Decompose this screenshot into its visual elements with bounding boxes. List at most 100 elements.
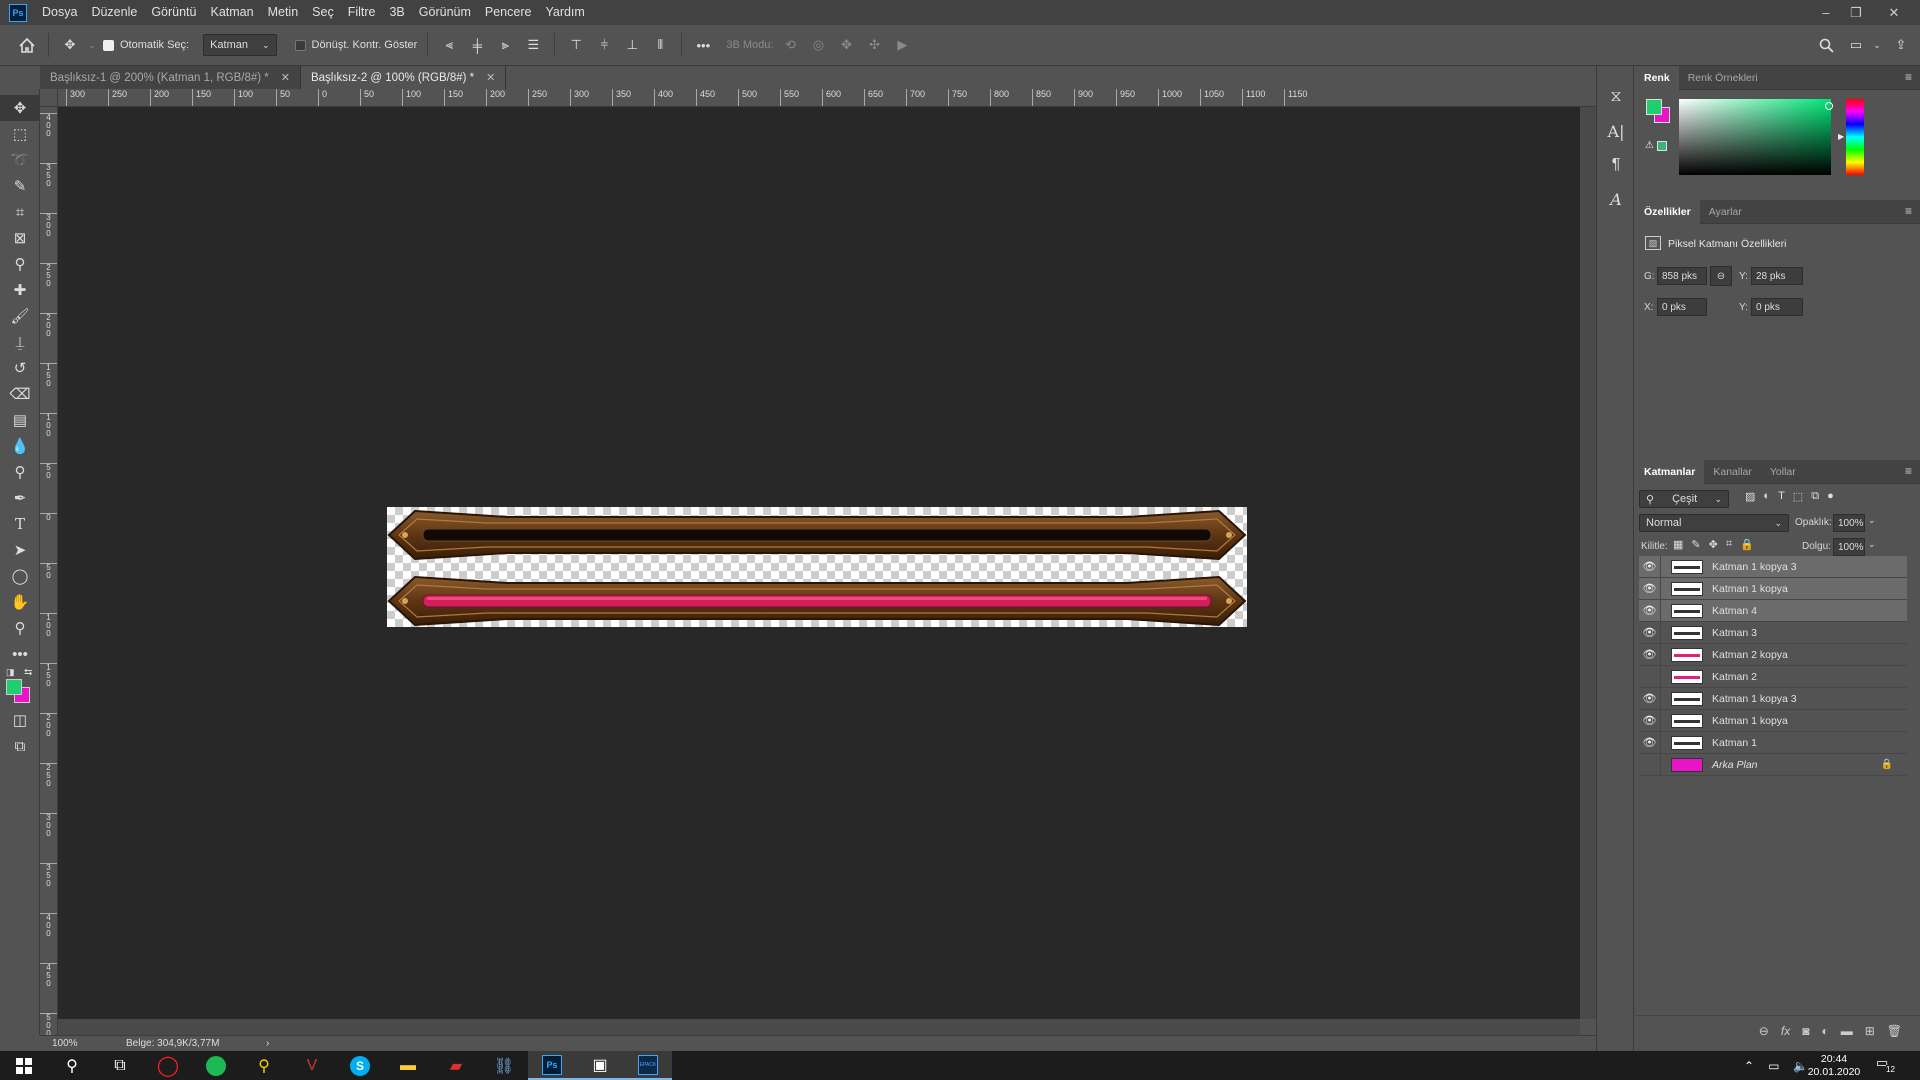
crop-tool-icon[interactable]: ⌗ <box>0 199 40 225</box>
fill-input[interactable]: 100% <box>1833 538 1865 556</box>
chevron-down-icon[interactable]: ⌄ <box>1868 515 1876 526</box>
menu-item[interactable]: Görünüm <box>412 0 478 25</box>
distribute-horizontal-icon[interactable]: ⫴ <box>649 34 671 56</box>
blur-tool-icon[interactable]: 💧 <box>0 433 40 459</box>
lock-all-icon[interactable]: 🔒 <box>1740 538 1754 551</box>
layer-name[interactable]: Katman 1 kopya <box>1712 583 1907 595</box>
link-icon[interactable]: ⊖ <box>1710 266 1732 286</box>
clone-stamp-tool-icon[interactable]: ⍊ <box>0 329 40 355</box>
foreground-color-swatch[interactable] <box>1646 99 1662 115</box>
color-field[interactable] <box>1679 99 1831 175</box>
layer-name[interactable]: Katman 2 kopya <box>1712 649 1907 661</box>
quick-mask-icon[interactable]: ◫ <box>0 707 40 733</box>
layer-row[interactable]: Arka Plan 🔒 <box>1639 753 1907 776</box>
filter-type-icon[interactable]: T <box>1778 490 1785 503</box>
distribute-vertical-icon[interactable]: ☰ <box>522 34 544 56</box>
align-vcenter-icon[interactable]: ⫩ <box>593 34 615 56</box>
layer-row[interactable]: 👁 Katman 2 kopya <box>1639 643 1907 666</box>
new-group-icon[interactable]: ▬ <box>1841 1024 1853 1038</box>
tab-swatches[interactable]: Renk Örnekleri <box>1679 66 1767 90</box>
search-icon[interactable]: ⚲ <box>48 1051 96 1080</box>
close-tab-icon[interactable]: ✕ <box>281 71 290 84</box>
network-app-icon[interactable]: ⛓ <box>480 1051 528 1080</box>
tab-adjustments[interactable]: Ayarlar <box>1700 200 1751 224</box>
layer-row[interactable]: 👁 Katman 1 kopya 3 <box>1639 555 1907 578</box>
swap-colors-icon[interactable]: ⇆ <box>24 667 32 678</box>
paragraph-panel-icon[interactable]: ¶ <box>1597 148 1635 182</box>
visibility-eye-icon[interactable]: 👁 <box>1639 555 1661 578</box>
visibility-eye-icon[interactable]: 👁 <box>1639 687 1661 710</box>
more-options-icon[interactable]: ••• <box>692 34 714 56</box>
ellipse-tool-icon[interactable]: ◯ <box>0 563 40 589</box>
visibility-eye-icon[interactable]: 👁 <box>1639 577 1661 600</box>
file-explorer-icon[interactable]: ▬ <box>384 1051 432 1080</box>
transform-controls-checkbox[interactable] <box>294 39 306 51</box>
visibility-eye-icon[interactable]: 👁 <box>1639 709 1661 732</box>
search-icon[interactable] <box>1815 34 1837 56</box>
path-selection-tool-icon[interactable]: ➤ <box>0 537 40 563</box>
gradient-tool-icon[interactable]: ▤ <box>0 407 40 433</box>
healing-brush-tool-icon[interactable]: ✚ <box>0 277 40 303</box>
task-view-icon[interactable]: ⧉ <box>96 1051 144 1080</box>
marquee-tool-icon[interactable]: ⬚ <box>0 121 40 147</box>
spotify-icon[interactable] <box>192 1051 240 1080</box>
3d-orbit-icon[interactable]: ⟲ <box>779 34 801 56</box>
hue-slider[interactable] <box>1846 99 1864 175</box>
new-layer-icon[interactable]: ⊞ <box>1865 1024 1875 1038</box>
panel-menu-icon[interactable]: ≡ <box>1905 464 1912 478</box>
network-icon[interactable]: ▭ <box>1768 1059 1779 1073</box>
clock[interactable]: 20:44 20.01.2020 <box>1800 1053 1868 1079</box>
filter-smart-object-icon[interactable]: ⧉ <box>1811 490 1819 503</box>
document-canvas[interactable] <box>387 507 1247 627</box>
align-right-icon[interactable]: ⫸ <box>494 34 516 56</box>
menu-item[interactable]: Yardım <box>538 0 591 25</box>
restore-icon[interactable]: ❐ <box>1842 0 1870 25</box>
hue-slider-handle-icon[interactable]: ▶ <box>1838 132 1844 141</box>
panel-menu-icon[interactable]: ≡ <box>1905 204 1912 218</box>
3d-pan-icon[interactable]: ✥ <box>835 34 857 56</box>
character-panel-icon[interactable]: A| <box>1597 114 1635 148</box>
workspace-icon[interactable]: ▭ <box>1845 34 1867 56</box>
layer-name[interactable]: Katman 4 <box>1712 605 1907 617</box>
frame-tool-icon[interactable]: ⊠ <box>0 225 40 251</box>
tab-properties[interactable]: Özellikler <box>1635 199 1700 224</box>
screen-mode-icon[interactable]: ⧉ <box>0 733 40 759</box>
layer-row[interactable]: 👁 Katman 1 kopya <box>1639 577 1907 600</box>
show-hidden-icons-icon[interactable]: ⌃ <box>1744 1059 1754 1073</box>
filter-adjustment-icon[interactable]: ◐ <box>1763 490 1770 503</box>
gamut-warning-icon[interactable]: ⚠ <box>1645 140 1654 151</box>
tab-document-1[interactable]: Başlıksız-1 @ 200% (Katman 1, RGB/8#) * … <box>40 66 301 89</box>
chevron-right-icon[interactable]: › <box>266 1038 269 1049</box>
hand-tool-icon[interactable]: ✋ <box>0 589 40 615</box>
share-icon[interactable]: ⇪ <box>1890 34 1912 56</box>
close-tab-icon[interactable]: ✕ <box>486 71 495 84</box>
in-gamut-swatch[interactable] <box>1657 141 1667 151</box>
blend-mode-dropdown[interactable]: Normal ⌄ <box>1639 514 1789 532</box>
layer-name[interactable]: Arka Plan <box>1712 759 1881 771</box>
edit-toolbar-icon[interactable]: ••• <box>0 641 40 667</box>
visibility-eye-icon[interactable]: 👁 <box>1639 599 1661 622</box>
history-brush-tool-icon[interactable]: ↺ <box>0 355 40 381</box>
layer-row[interactable]: 👁 Katman 3 <box>1639 621 1907 644</box>
layer-name[interactable]: Katman 1 kopya 3 <box>1712 561 1907 573</box>
layer-name[interactable]: Katman 1 kopya 3 <box>1712 693 1907 705</box>
layer-name[interactable]: Katman 3 <box>1712 627 1907 639</box>
filter-pixel-icon[interactable]: ▨ <box>1745 490 1755 503</box>
visibility-eye-icon[interactable] <box>1639 753 1661 776</box>
move-tool-icon[interactable]: ✥ <box>59 34 81 56</box>
lock-pixels-icon[interactable]: ✎ <box>1691 538 1700 551</box>
chevron-down-icon[interactable]: ⌄ <box>1866 34 1888 56</box>
delete-layer-icon[interactable]: 🗑 <box>1887 1024 1902 1038</box>
default-colors-icon[interactable]: ◨ <box>6 667 15 678</box>
layer-lock-icon[interactable]: 🔒 <box>1881 759 1893 770</box>
align-hcenter-icon[interactable]: ╪ <box>466 34 488 56</box>
lock-transparency-icon[interactable]: ▦ <box>1673 538 1683 551</box>
home-icon[interactable] <box>16 34 38 56</box>
vertical-scrollbar[interactable] <box>1580 107 1596 1019</box>
layer-name[interactable]: Katman 2 <box>1712 671 1907 683</box>
eyedropper-tool-icon[interactable]: ⚲ <box>0 251 40 277</box>
auto-select-checkbox[interactable] <box>103 39 114 51</box>
history-panel-icon[interactable]: ⧖ <box>1597 80 1635 114</box>
menu-item[interactable]: Görüntü <box>144 0 203 25</box>
search-app-icon[interactable]: ⚲ <box>240 1051 288 1080</box>
